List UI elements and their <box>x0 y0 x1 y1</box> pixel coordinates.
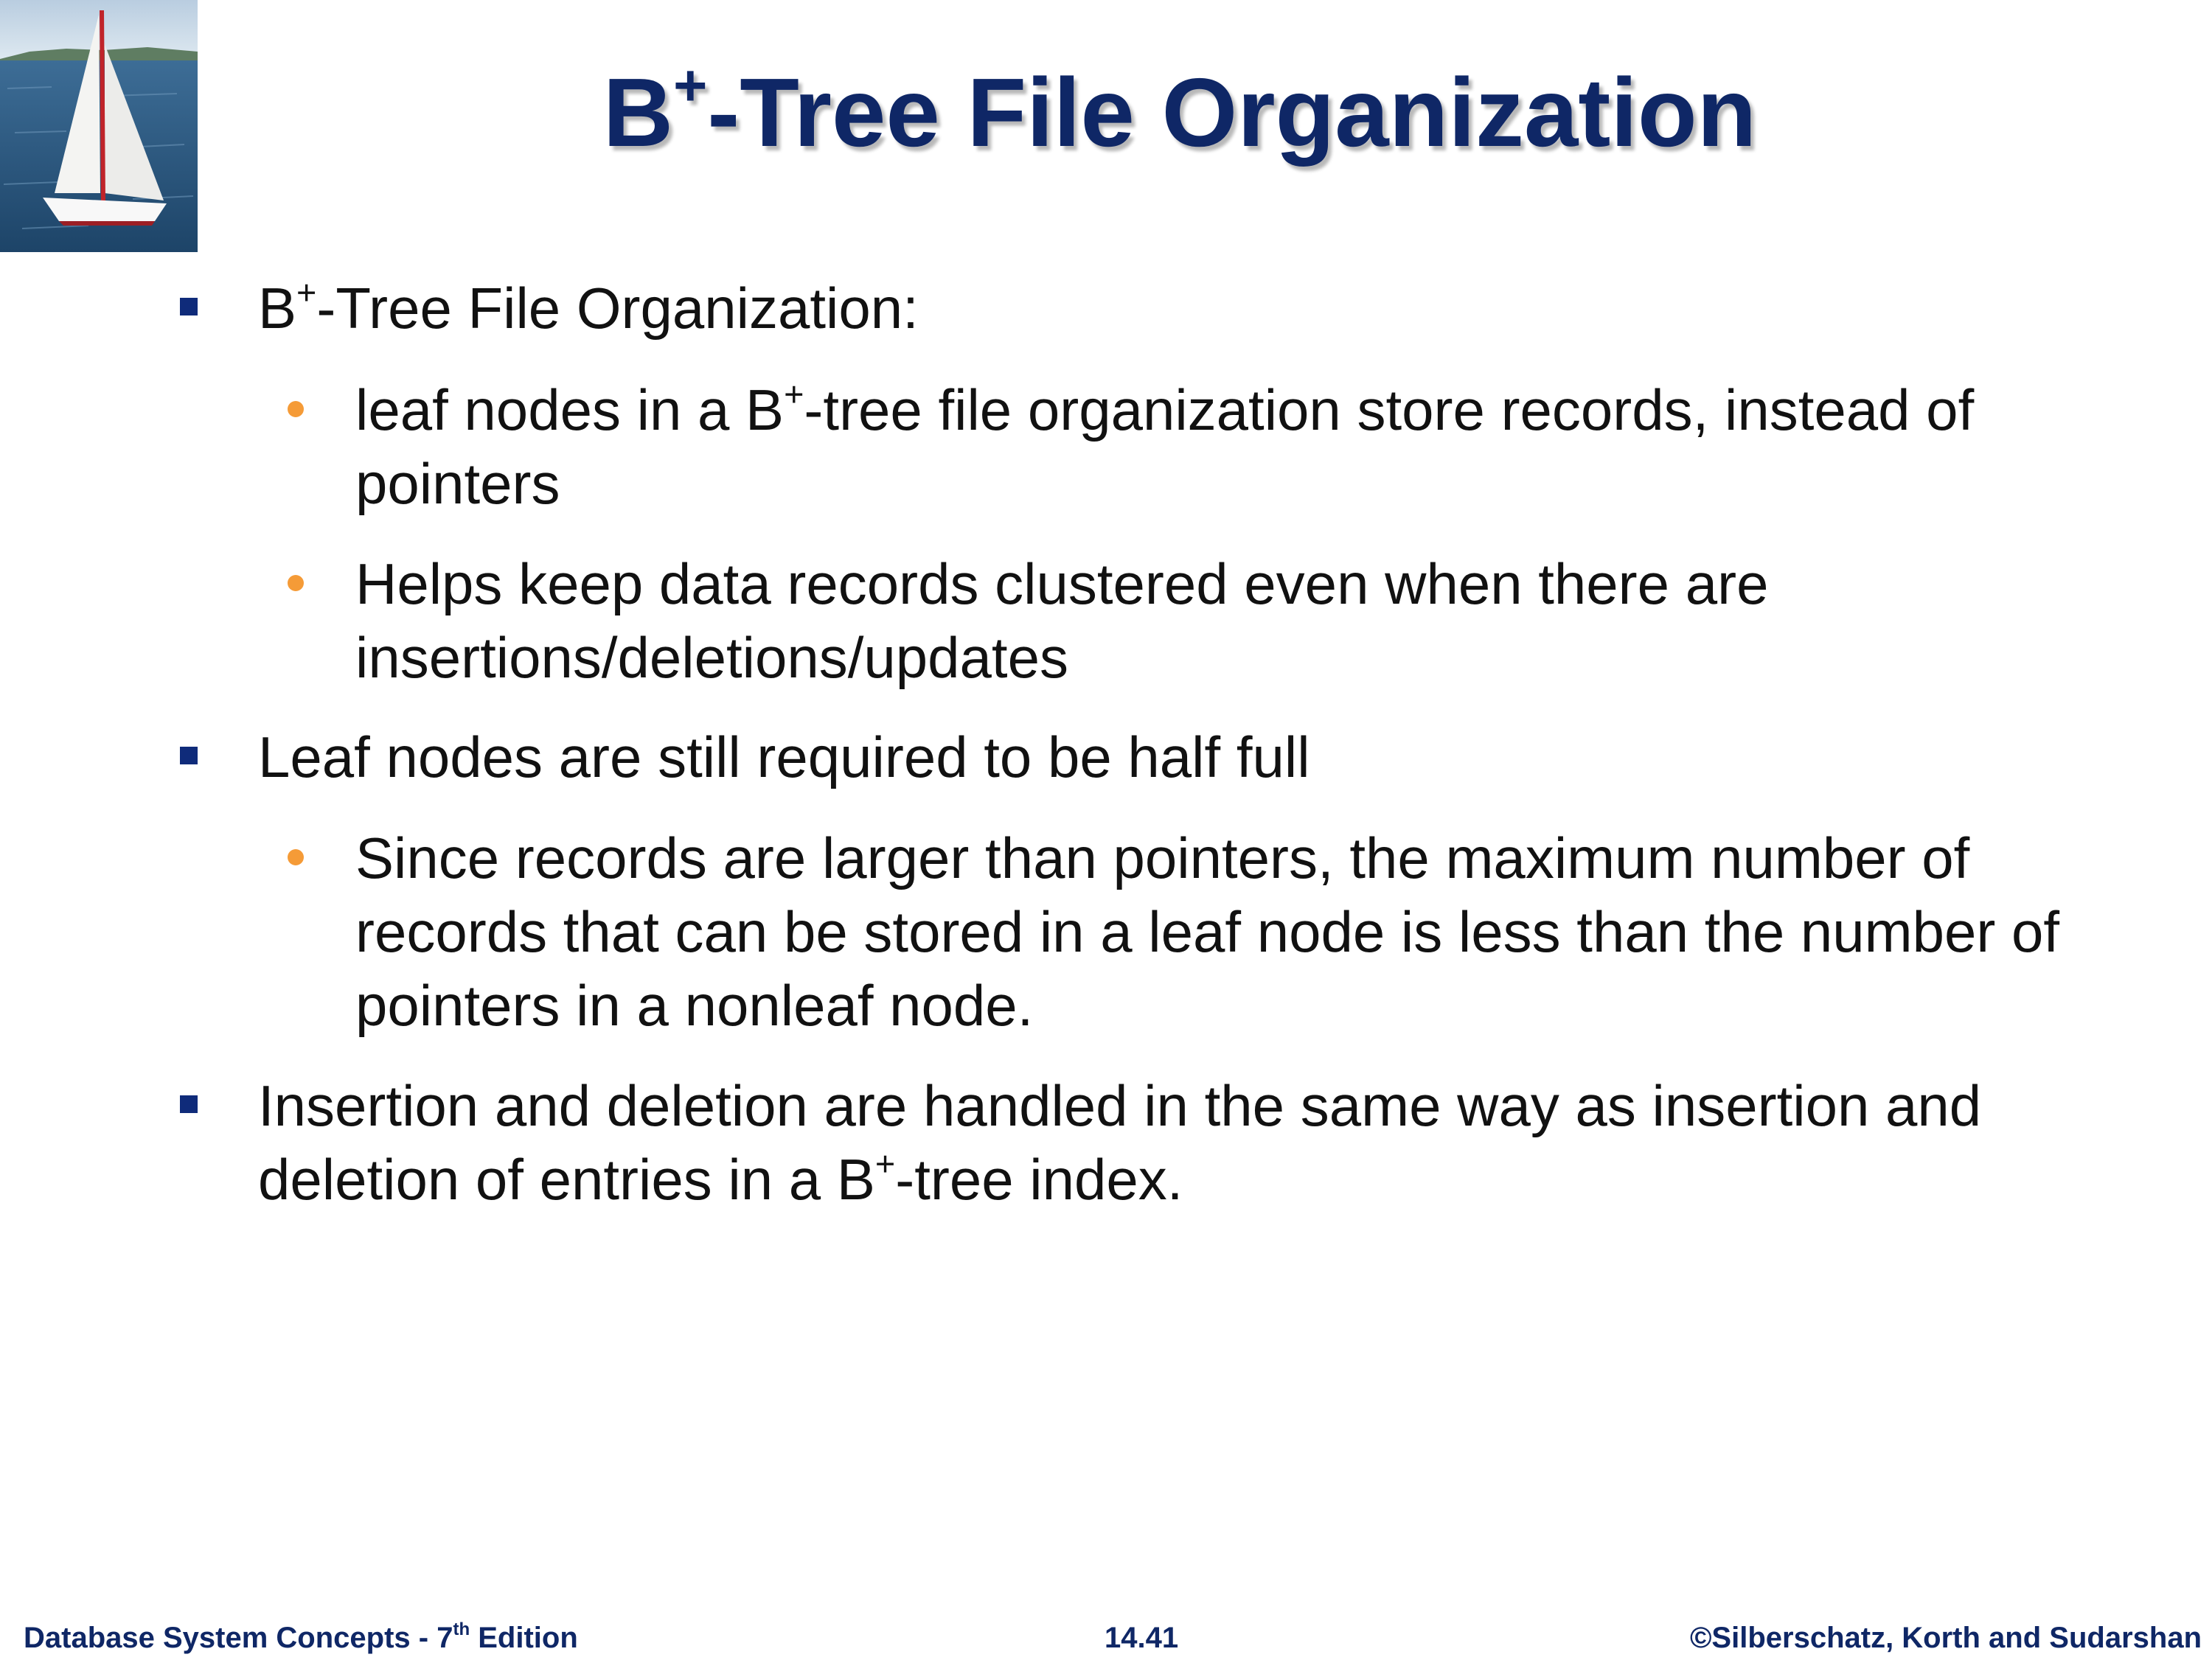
bullet-text: Leaf nodes are still required to be half… <box>258 725 1310 789</box>
square-bullet-icon <box>180 747 198 764</box>
title-superscript: + <box>673 52 708 118</box>
title-prefix: B <box>602 58 674 167</box>
bullet-text: Insertion and deletion are handled in th… <box>258 1073 1982 1212</box>
sub-bullet-text: leaf nodes in a B+-tree file organizatio… <box>355 374 1975 516</box>
footer-slide-number: 14.41 <box>1105 1622 1179 1654</box>
sub-bullet-text: Helps keep data records clustered even w… <box>355 551 1769 690</box>
title-suffix: -Tree File Organization <box>707 58 1757 167</box>
bullet-text: B+-Tree File Organization: <box>258 273 919 341</box>
square-bullet-icon <box>180 298 198 315</box>
slide-title: B+-Tree File Organization <box>221 55 2138 168</box>
square-bullet-icon <box>180 1095 198 1113</box>
sailboat-logo <box>0 0 198 252</box>
footer-book-title: Database System Concepts - 7th Edition <box>24 1619 578 1654</box>
sub-bullet-text: Since records are larger than pointers, … <box>355 826 2060 1038</box>
dot-bullet-icon <box>288 401 304 417</box>
dot-bullet-icon <box>288 849 304 865</box>
slide-footer: Database System Concepts - 7th Edition 1… <box>0 1616 2212 1660</box>
dot-bullet-icon <box>288 575 304 591</box>
footer-copyright: ©Silberschatz, Korth and Sudarshan <box>1689 1622 2202 1654</box>
